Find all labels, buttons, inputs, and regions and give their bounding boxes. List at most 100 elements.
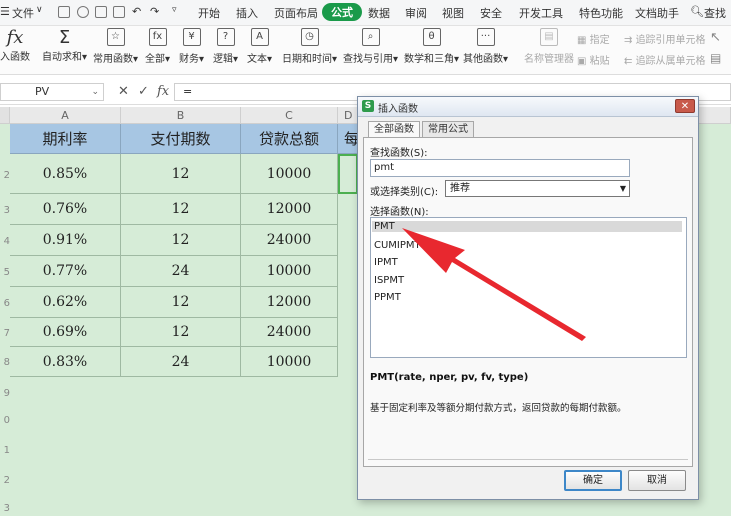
row-number[interactable]: 0	[0, 415, 10, 426]
list-item[interactable]: PPMT	[374, 292, 401, 303]
table-cell[interactable]: 0.77%	[10, 256, 121, 287]
table-cell[interactable]: 0.62%	[10, 287, 121, 318]
table-cell[interactable]: 0.83%	[10, 347, 121, 377]
paste-name-button[interactable]: ▣ 粘贴	[577, 52, 610, 67]
cancel-button[interactable]: 取消	[628, 470, 686, 491]
math-button[interactable]: θ 数学和三角▾	[404, 28, 459, 65]
active-cell[interactable]	[338, 154, 358, 194]
header-cell-periods[interactable]: 支付期数	[121, 124, 241, 154]
search-icon[interactable]: 🔍︎	[690, 5, 704, 18]
show-formulas-icon[interactable]: ▤	[710, 51, 721, 65]
header-cell-rate[interactable]: 期利率	[10, 124, 121, 154]
menu-hamburger-icon[interactable]: ☰	[0, 5, 10, 18]
table-cell[interactable]: 24	[121, 347, 241, 377]
menu-developer[interactable]: 开发工具	[519, 5, 563, 21]
select-all-corner[interactable]	[0, 107, 10, 124]
name-box-dropdown-icon[interactable]: ⌄	[91, 84, 99, 100]
table-cell[interactable]: 10000	[241, 154, 338, 194]
menu-home[interactable]: 开始	[198, 5, 220, 21]
search-function-input[interactable]: pmt	[370, 159, 630, 177]
menu-file[interactable]: 文件	[12, 5, 34, 21]
category-select[interactable]: 推荐 ▼	[445, 180, 630, 197]
row-number[interactable]: 2	[0, 475, 10, 486]
specify-button[interactable]: ▦ 指定	[577, 31, 610, 46]
common-functions-button[interactable]: ☆ 常用函数▾	[93, 28, 138, 65]
menu-security[interactable]: 安全	[480, 5, 502, 21]
row-number[interactable]: 2	[0, 170, 10, 181]
table-cell[interactable]: 0.69%	[10, 318, 121, 347]
table-cell[interactable]: 0.76%	[10, 194, 121, 225]
cancel-icon[interactable]: ✕	[118, 84, 129, 99]
name-manager-button[interactable]: ▤ 名称管理器	[524, 28, 574, 65]
menu-search[interactable]: 查找	[704, 5, 726, 21]
dialog-title-bar[interactable]: S 插入函数 ✕	[358, 97, 698, 117]
datetime-button[interactable]: ◷ 日期和时间▾	[282, 28, 337, 65]
lookup-button[interactable]: ⌕ 查找与引用▾	[343, 28, 398, 65]
row-number[interactable]: 7	[0, 328, 10, 339]
menu-review[interactable]: 审阅	[405, 5, 427, 21]
save-icon[interactable]	[58, 6, 70, 18]
header-cell-payment[interactable]: 每	[338, 124, 358, 154]
table-cell[interactable]: 0.91%	[10, 225, 121, 256]
table-cell[interactable]: 12000	[241, 194, 338, 225]
preview-icon[interactable]	[113, 6, 125, 18]
menu-data[interactable]: 数据	[368, 5, 390, 21]
column-header-a[interactable]: A	[10, 107, 121, 124]
ok-button[interactable]: 确定	[564, 470, 622, 491]
confirm-icon[interactable]: ✓	[138, 84, 149, 99]
autosum-button[interactable]: Σ 自动求和▾	[42, 28, 87, 64]
table-cell[interactable]: 24000	[241, 225, 338, 256]
table-cell[interactable]: 12	[121, 318, 241, 347]
trace-dependents-button[interactable]: ⇇ 追踪从属单元格	[624, 52, 706, 67]
chevron-down-icon[interactable]: ∨	[36, 5, 43, 15]
insert-function-icon[interactable]: fx	[157, 84, 169, 99]
logic-button[interactable]: ? 逻辑▾	[213, 28, 238, 65]
table-cell[interactable]: 12	[121, 154, 241, 194]
function-list[interactable]: PMT CUMIPMT IPMT ISPMT PPMT	[370, 217, 687, 358]
row-number[interactable]: 9	[0, 388, 10, 399]
column-header-b[interactable]: B	[121, 107, 241, 124]
table-cell[interactable]: 12000	[241, 287, 338, 318]
insert-function-button[interactable]: fx 插入函数	[0, 28, 30, 63]
redo-icon[interactable]: ↷	[150, 5, 159, 18]
menu-formulas[interactable]: 公式	[322, 3, 362, 21]
text-button[interactable]: A 文本▾	[247, 28, 272, 65]
remove-arrows-icon[interactable]: ↖	[710, 30, 721, 45]
menu-page-layout[interactable]: 页面布局	[274, 5, 318, 21]
trace-precedents-button[interactable]: ⇉ 追踪引用单元格	[624, 31, 706, 46]
column-header-c[interactable]: C	[241, 107, 338, 124]
cloud-icon[interactable]	[77, 6, 89, 18]
table-cell[interactable]: 12	[121, 287, 241, 318]
undo-icon[interactable]: ↶	[132, 5, 141, 18]
table-cell[interactable]: 0.85%	[10, 154, 121, 194]
row-number[interactable]: 8	[0, 357, 10, 368]
table-cell[interactable]: 12	[121, 225, 241, 256]
list-item[interactable]: IPMT	[374, 257, 398, 268]
list-item[interactable]: ISPMT	[374, 275, 404, 286]
row-number[interactable]: 4	[0, 236, 10, 247]
row-number[interactable]: 5	[0, 267, 10, 278]
finance-button[interactable]: ¥ 财务▾	[179, 28, 204, 65]
table-cell[interactable]: 10000	[241, 256, 338, 287]
table-cell[interactable]: 24	[121, 256, 241, 287]
table-cell[interactable]: 24000	[241, 318, 338, 347]
menu-view[interactable]: 视图	[442, 5, 464, 21]
header-cell-loan[interactable]: 贷款总额	[241, 124, 338, 154]
menu-doc-assistant[interactable]: 文档助手	[635, 5, 679, 21]
row-number[interactable]: 6	[0, 298, 10, 309]
tab-common-formulas[interactable]: 常用公式	[422, 121, 474, 138]
table-cell[interactable]: 10000	[241, 347, 338, 377]
table-cell[interactable]: 12	[121, 194, 241, 225]
quick-access-more-icon[interactable]: ▿	[172, 5, 177, 15]
all-functions-button[interactable]: fx 全部▾	[145, 28, 170, 65]
row-number[interactable]: 1	[0, 445, 10, 456]
menu-features[interactable]: 特色功能	[579, 5, 623, 21]
row-number[interactable]: 3	[0, 503, 10, 514]
close-button[interactable]: ✕	[675, 99, 695, 113]
name-box[interactable]: PV ⌄	[0, 83, 104, 101]
print-icon[interactable]	[95, 6, 107, 18]
list-item[interactable]: PMT	[372, 221, 682, 232]
row-number[interactable]: 3	[0, 205, 10, 216]
list-item[interactable]: CUMIPMT	[374, 240, 421, 251]
menu-insert[interactable]: 插入	[236, 5, 258, 21]
